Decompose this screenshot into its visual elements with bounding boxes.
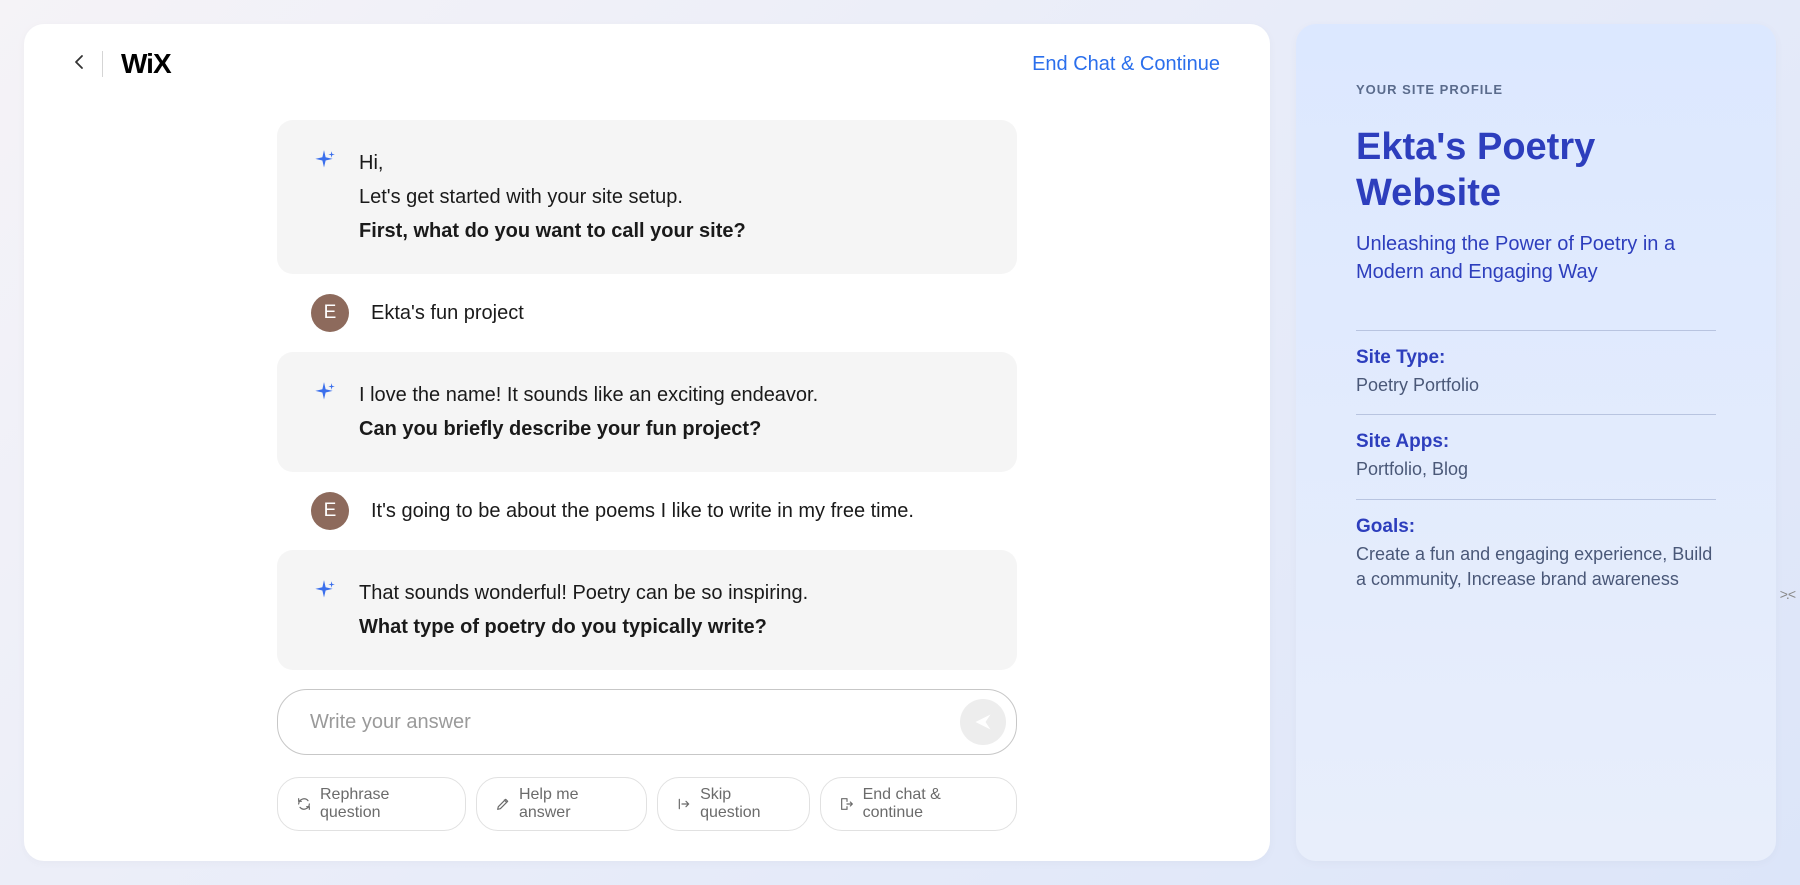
top-bar-left: WiX xyxy=(74,48,171,80)
ai-line: I love the name! It sounds like an excit… xyxy=(359,378,983,412)
chip-label: Skip question xyxy=(700,786,790,822)
exit-icon xyxy=(839,796,855,812)
user-message-text: Ekta's fun project xyxy=(371,302,524,325)
ai-line-bold: First, what do you want to call your sit… xyxy=(359,214,983,248)
ai-message: Hi, Let's get started with your site set… xyxy=(277,120,1017,274)
ai-message: I love the name! It sounds like an excit… xyxy=(277,352,1017,472)
sparkle-icon xyxy=(311,578,337,609)
profile-section-label: YOUR SITE PROFILE xyxy=(1356,82,1716,97)
vertical-divider xyxy=(102,51,103,77)
profile-subtitle: Unleashing the Power of Poetry in a Mode… xyxy=(1356,230,1716,286)
input-section: Rephrase question Help me answer Skip qu… xyxy=(277,689,1017,861)
profile-item-site-type: Site Type: Poetry Portfolio xyxy=(1356,330,1716,414)
profile-title: Ekta's Poetry Website xyxy=(1356,125,1716,216)
profile-item-label: Goals: xyxy=(1356,516,1716,538)
chip-label: Rephrase question xyxy=(320,786,447,822)
action-chips: Rephrase question Help me answer Skip qu… xyxy=(277,777,1017,831)
chat-area: Hi, Let's get started with your site set… xyxy=(24,80,1270,689)
ai-line-bold: Can you briefly describe your fun projec… xyxy=(359,412,983,446)
collapse-panel-handle[interactable]: >.< xyxy=(1774,580,1800,608)
chat-scroll: Hi, Let's get started with your site set… xyxy=(277,120,1017,670)
sparkle-icon xyxy=(311,148,337,179)
skip-button[interactable]: Skip question xyxy=(657,777,809,831)
help-answer-button[interactable]: Help me answer xyxy=(476,777,647,831)
ai-line: Hi, xyxy=(359,146,983,180)
send-button[interactable] xyxy=(960,699,1006,745)
user-avatar: E xyxy=(311,492,349,530)
chevron-left-icon xyxy=(74,54,84,70)
ai-line: Let's get started with your site setup. xyxy=(359,180,983,214)
sparkle-icon xyxy=(311,380,337,411)
user-avatar: E xyxy=(311,294,349,332)
user-message: E It's going to be about the poems I lik… xyxy=(277,492,1017,530)
top-bar: WiX End Chat & Continue xyxy=(24,24,1270,80)
profile-item-value: Poetry Portfolio xyxy=(1356,373,1716,398)
ai-message: That sounds wonderful! Poetry can be so … xyxy=(277,550,1017,670)
profile-item-value: Portfolio, Blog xyxy=(1356,457,1716,482)
answer-input[interactable] xyxy=(310,711,960,734)
user-message: E Ekta's fun project xyxy=(277,294,1017,332)
wix-logo: WiX xyxy=(121,48,171,80)
ai-message-text: Hi, Let's get started with your site set… xyxy=(359,146,983,248)
ai-line-bold: What type of poetry do you typically wri… xyxy=(359,610,983,644)
input-container xyxy=(277,689,1017,755)
main-chat-panel: WiX End Chat & Continue Hi, Let's get st… xyxy=(24,24,1270,861)
end-chat-link[interactable]: End Chat & Continue xyxy=(1032,53,1220,76)
profile-item-goals: Goals: Create a fun and engaging experie… xyxy=(1356,499,1716,608)
chip-label: End chat & continue xyxy=(863,786,998,822)
profile-item-site-apps: Site Apps: Portfolio, Blog xyxy=(1356,414,1716,498)
user-message-text: It's going to be about the poems I like … xyxy=(371,500,914,523)
rephrase-button[interactable]: Rephrase question xyxy=(277,777,466,831)
send-icon xyxy=(973,712,993,732)
ai-message-text: I love the name! It sounds like an excit… xyxy=(359,378,983,446)
end-chat-button[interactable]: End chat & continue xyxy=(820,777,1017,831)
profile-item-label: Site Type: xyxy=(1356,347,1716,369)
profile-details-list: Site Type: Poetry Portfolio Site Apps: P… xyxy=(1356,330,1716,608)
profile-item-label: Site Apps: xyxy=(1356,431,1716,453)
chip-label: Help me answer xyxy=(519,786,628,822)
ai-line: That sounds wonderful! Poetry can be so … xyxy=(359,576,983,610)
profile-item-value: Create a fun and engaging experience, Bu… xyxy=(1356,542,1716,592)
skip-icon xyxy=(676,796,692,812)
back-button[interactable] xyxy=(74,54,84,75)
ai-message-text: That sounds wonderful! Poetry can be so … xyxy=(359,576,983,644)
edit-icon xyxy=(495,796,511,812)
refresh-icon xyxy=(296,796,312,812)
site-profile-panel: YOUR SITE PROFILE Ekta's Poetry Website … xyxy=(1296,24,1776,861)
